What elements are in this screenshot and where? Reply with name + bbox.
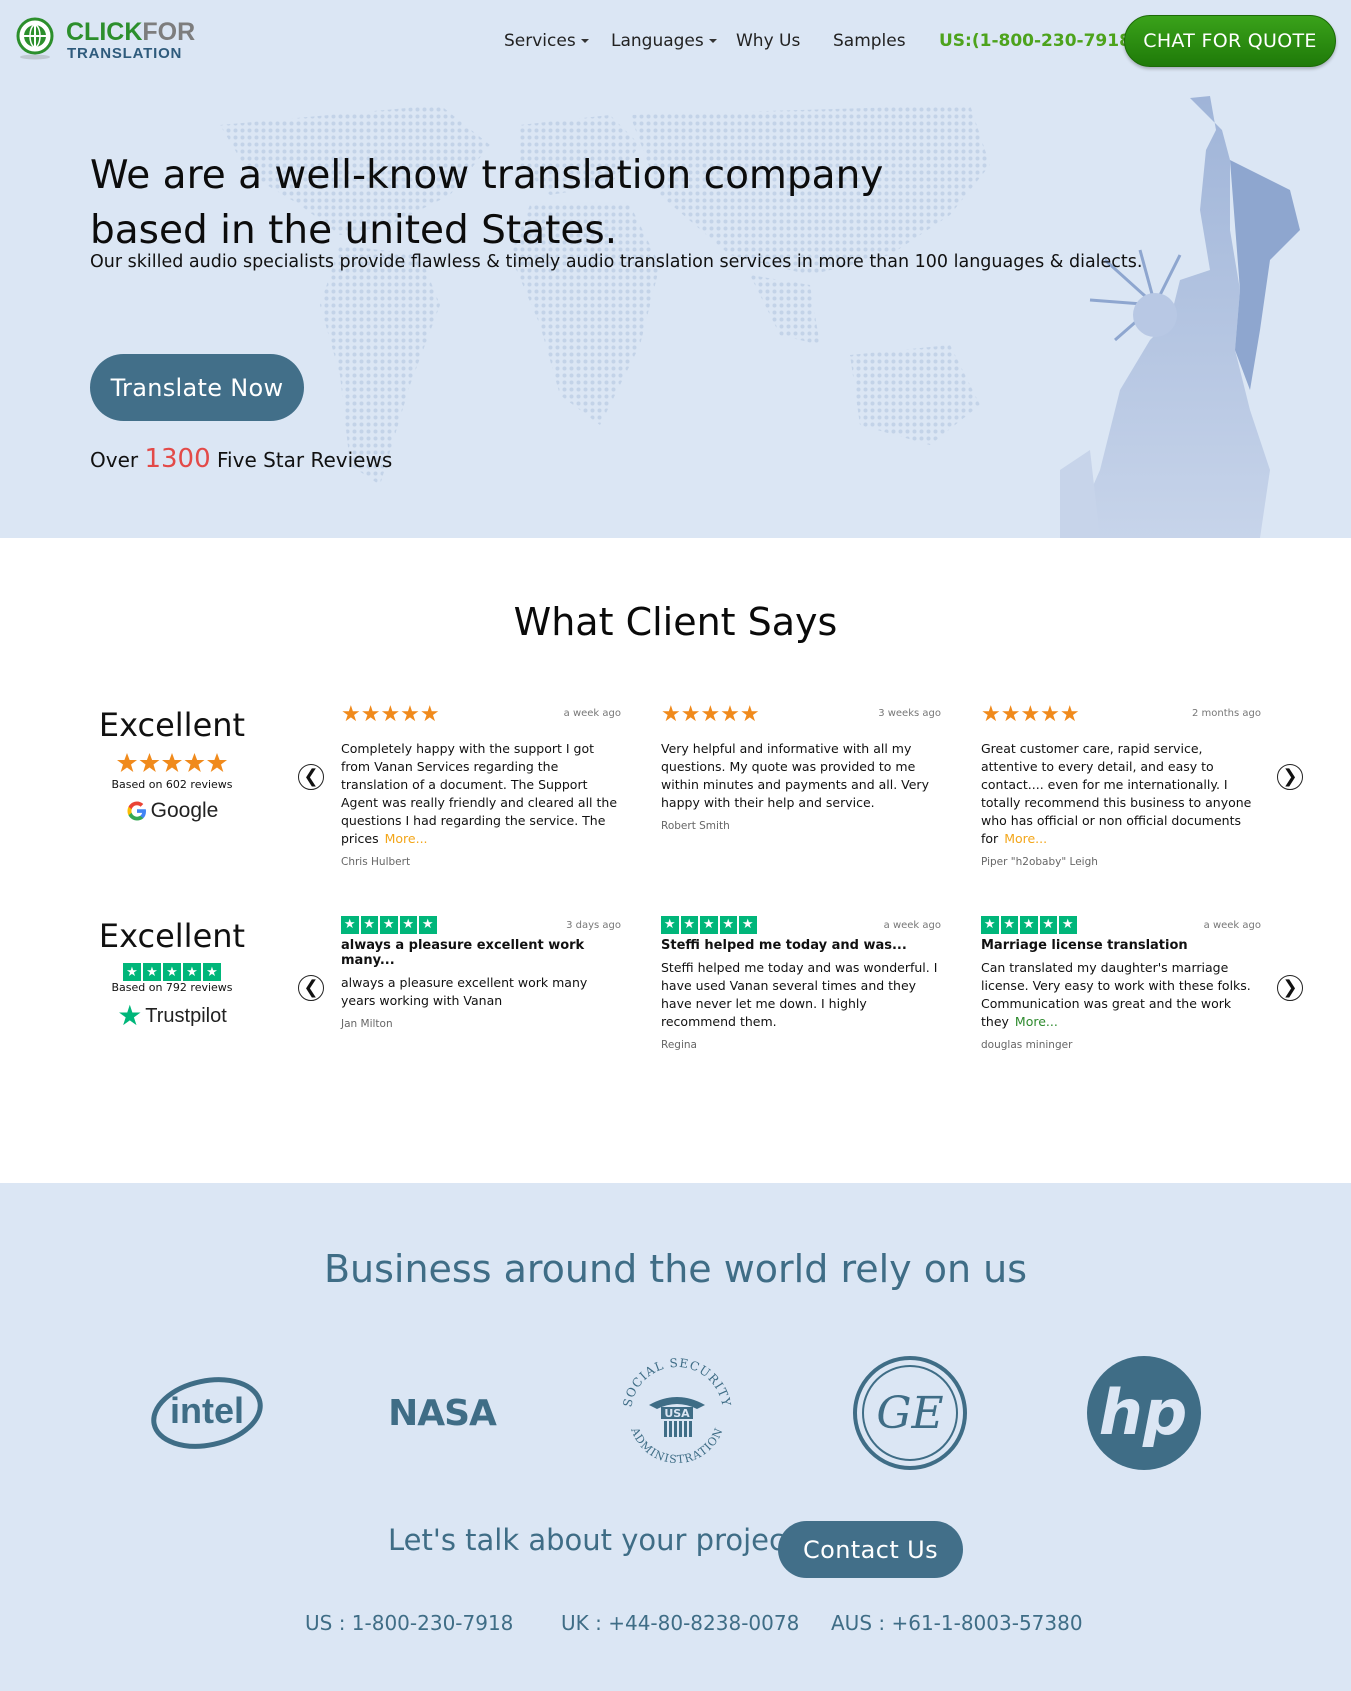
review-more-link[interactable]: More... [1015,1014,1058,1029]
review-count-number: 1300 [144,444,211,474]
translate-now-button[interactable]: Translate Now [90,354,304,421]
google-g-icon [127,801,146,821]
trustpilot-review-card: ★ ★ ★ ★ ★ a week ago Steffi helped me today … [661,916,941,1051]
google-rating-summary: Excellent Based on 602 reviews Google [97,706,247,823]
review-time: a week ago [883,920,941,931]
intel-logo: intel [147,1353,267,1473]
chat-for-quote-button[interactable]: CHAT FOR QUOTE [1124,15,1336,67]
review-text: Completely happy with the support I got … [341,741,618,846]
review-text: Can translated my daughter's marriage li… [981,960,1251,1029]
clients-section: Business around the world rely on us int… [0,1183,1351,1691]
phone-aus[interactable]: AUS : +61-1-8003-57380 [831,1611,1083,1635]
chevron-down-icon [580,39,589,43]
review-text: always a pleasure excellent work many ye… [341,975,588,1008]
five-star-reviews-count: Over 1300 Five Star Reviews [90,444,393,474]
hp-logo: hp [1084,1353,1204,1473]
trustpilot-star-icon: ★ [117,1000,143,1031]
svg-text:GE: GE [876,1388,943,1439]
review-author: Piper "h2obaby" Leigh [981,856,1098,868]
five-stars-icon [117,753,227,772]
nav-languages[interactable]: Languages [611,31,717,51]
based-on-reviews: Based on 602 reviews [111,778,233,791]
review-more-link[interactable]: More... [385,831,428,846]
five-stars-icon: ★★★★★ [341,702,440,727]
review-title: Marriage license translation [981,938,1188,953]
trustpilot-reviews-prev-button[interactable]: ❮ [298,975,324,1001]
review-time: 3 days ago [566,920,621,931]
five-stars-icon: ★★★★★ [981,702,1080,727]
globe-logo-icon [16,17,54,60]
review-time: a week ago [1203,920,1261,931]
review-time: 3 weeks ago [878,708,941,719]
google-review-card: ★★★★★ a week ago Completely happy with t… [341,702,621,869]
phone-uk[interactable]: UK : +44-80-8238-0078 [561,1611,799,1635]
google-logo: Google [97,799,247,823]
review-author: douglas mininger [981,1039,1073,1051]
brand-logo[interactable]: CLICKFOR TRANSLATION [16,17,195,65]
nav-services[interactable]: Services [504,31,589,51]
review-text: Very helpful and informative with all my… [661,741,929,810]
google-review-card: ★★★★★ 2 months ago Great customer care, … [981,702,1261,869]
brand-name-line1: CLICKFOR [66,18,196,46]
rating-label: Excellent [98,917,246,955]
review-text: Great customer care, rapid service, atte… [981,741,1252,846]
trustpilot-review-card: ★ ★ ★ ★ ★ a week ago Marriage license transl… [981,916,1261,1051]
hero-title: We are a well-know translation company b… [90,153,884,253]
trustpilot-rating-summary: Excellent ★ ★ ★ ★ ★ Based on 792 reviews… [97,917,247,1030]
google-review-card: ★★★★★ 3 weeks ago Very helpful and infor… [661,702,941,833]
rating-label: Excellent [98,706,246,744]
hero-section: CLICKFOR TRANSLATION Services Languages … [0,0,1351,538]
trustpilot-five-stars-icon: ★ ★ ★ ★ ★ [97,963,247,981]
ge-logo-icon: GE [853,1356,967,1470]
hero-subtitle: Our skilled audio specialists provide fl… [90,252,1143,272]
five-stars-icon: ★★★★★ [661,702,760,727]
review-text: Steffi helped me today and was wonderful… [661,960,938,1029]
clients-title: Business around the world rely on us [323,1247,1028,1291]
contact-us-button[interactable]: Contact Us [778,1521,963,1578]
trustpilot-logo: ★ Trustpilot [117,1000,227,1031]
review-author: Chris Hulbert [341,856,411,868]
review-author: Robert Smith [661,820,730,832]
nasa-logo: NASA [382,1353,502,1473]
svg-text:intel: intel [170,1390,244,1431]
talk-about-project-text: Let's talk about your project [388,1523,797,1557]
header-phone-link[interactable]: US:(1-800-230-7918) [939,31,1139,51]
trustpilot-five-stars-icon: ★ ★ ★ ★ ★ [661,916,757,934]
testimonials-title: What Client Says [513,600,838,644]
brand-name-line2: TRANSLATION [67,45,183,62]
review-author: Jan Milton [341,1018,393,1030]
google-reviews-next-button[interactable]: ❯ [1277,764,1303,790]
svg-text:hp: hp [1099,1376,1188,1449]
review-title: Steffi helped me today and was... [661,938,907,953]
trustpilot-review-card: ★ ★ ★ ★ ★ 3 days ago always a pleasure excel… [341,916,621,1030]
statue-of-liberty-image [1060,96,1300,538]
review-time: a week ago [563,708,621,719]
trustpilot-reviews-next-button[interactable]: ❯ [1277,975,1303,1001]
hp-logo-icon: hp [1087,1356,1201,1470]
nav-samples[interactable]: Samples [833,31,906,51]
nav-why-us[interactable]: Why Us [736,31,800,51]
review-time: 2 months ago [1192,708,1261,719]
social-security-administration-logo: SOCIAL SECURITY ADMINISTRATION USA [617,1353,737,1473]
based-on-reviews: Based on 792 reviews [111,981,233,994]
chevron-down-icon [708,39,717,43]
trustpilot-five-stars-icon: ★ ★ ★ ★ ★ [341,916,437,934]
review-author: Regina [661,1039,697,1051]
svg-text:USA: USA [664,1407,690,1420]
svg-text:NASA: NASA [388,1393,497,1434]
intel-logo-icon: intel [151,1377,263,1449]
google-reviews-prev-button[interactable]: ❮ [298,764,324,790]
nasa-logo-icon: NASA [388,1393,498,1434]
trustpilot-five-stars-icon: ★ ★ ★ ★ ★ [981,916,1077,934]
review-title: always a pleasure excellent work many... [341,938,585,968]
ge-logo: GE [850,1353,970,1473]
ssa-seal-icon: SOCIAL SECURITY ADMINISTRATION USA [620,1356,732,1466]
review-more-link[interactable]: More... [1004,831,1047,846]
phone-us[interactable]: US : 1-800-230-7918 [305,1611,513,1635]
